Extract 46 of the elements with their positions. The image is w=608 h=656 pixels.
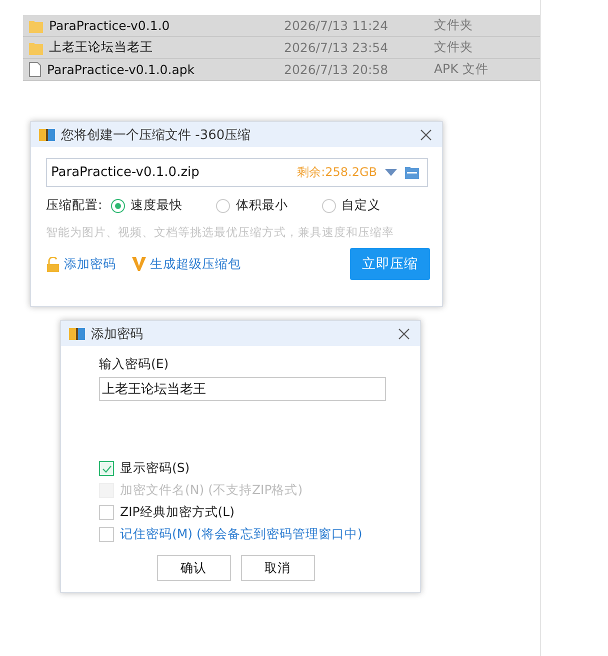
hint-text: 智能为图片、视频、文档等挑选最优压缩方式，兼具速度和压缩率 [46,225,395,240]
checkbox-label: 记住密码(M) (将会备忘到密码管理窗口中) [120,526,362,543]
radio-option[interactable]: 体积最小 [216,197,322,214]
folder-icon [29,18,43,32]
radio-option[interactable]: 速度最快 [110,197,216,214]
file-row[interactable]: 上老王论坛当老王 2026/7/13 23:54 文件夹 [23,37,540,59]
file-date: 2026/7/13 11:24 [284,18,390,33]
password-label: 输入密码(E) [99,356,170,373]
close-icon[interactable] [420,128,432,140]
checkmark-icon [102,464,112,472]
file-date: 2026/7/13 23:54 [284,40,390,55]
dialog-button[interactable]: 取消 [240,555,314,581]
archive-app-icon [39,128,55,142]
file-type: 文件夹 [434,39,473,56]
checkbox-label: 加密文件名(N) (不支持ZIP格式) [120,482,303,499]
folder-icon[interactable] [405,166,419,179]
archive-app-icon [69,326,85,340]
checkbox[interactable] [99,505,114,520]
radio-option[interactable]: 自定义 [322,197,427,214]
filename-field[interactable]: ParaPractice-v0.1.0.zip 剩余:258.2GB [46,158,428,187]
file-name: ParaPractice-v0.1.0 [49,18,170,33]
folder-icon [29,40,43,54]
dialog-button[interactable]: 确认 [156,555,230,581]
free-space: 剩余:258.2GB [297,164,377,181]
file-name: 上老王论坛当老王 [49,39,153,56]
checkbox[interactable] [99,527,114,542]
file-row[interactable]: ParaPractice-v0.1.0.apk 2026/7/13 20:58 APK 文件 [23,59,540,81]
checkbox-label: ZIP经典加密方式(L) [120,504,235,521]
file-row[interactable]: ParaPractice-v0.1.0 2026/7/13 11:24 文件夹 [23,15,540,37]
super-pack-link[interactable]: 生成超级压缩包 [150,256,241,272]
password-field[interactable]: 上老王论坛当老王 [99,377,386,401]
v-icon [132,257,146,271]
file-type: 文件夹 [434,17,473,34]
config-label: 压缩配置: [46,197,104,214]
file-date: 2026/7/13 20:58 [284,62,390,77]
dialog-title: 您将创建一个压缩文件 -360压缩 [61,126,252,144]
file-type: APK 文件 [434,61,488,78]
file-name: ParaPractice-v0.1.0.apk [47,62,195,77]
add-password-link[interactable]: 添加密码 [64,256,116,272]
checkbox[interactable] [99,461,114,476]
dialog-title: 添加密码 [91,326,144,342]
checkbox-label: 显示密码(S) [120,460,190,477]
dropdown-icon[interactable] [385,168,397,176]
file-icon [29,62,41,77]
padlock-icon [46,256,60,272]
close-icon[interactable] [398,328,410,340]
